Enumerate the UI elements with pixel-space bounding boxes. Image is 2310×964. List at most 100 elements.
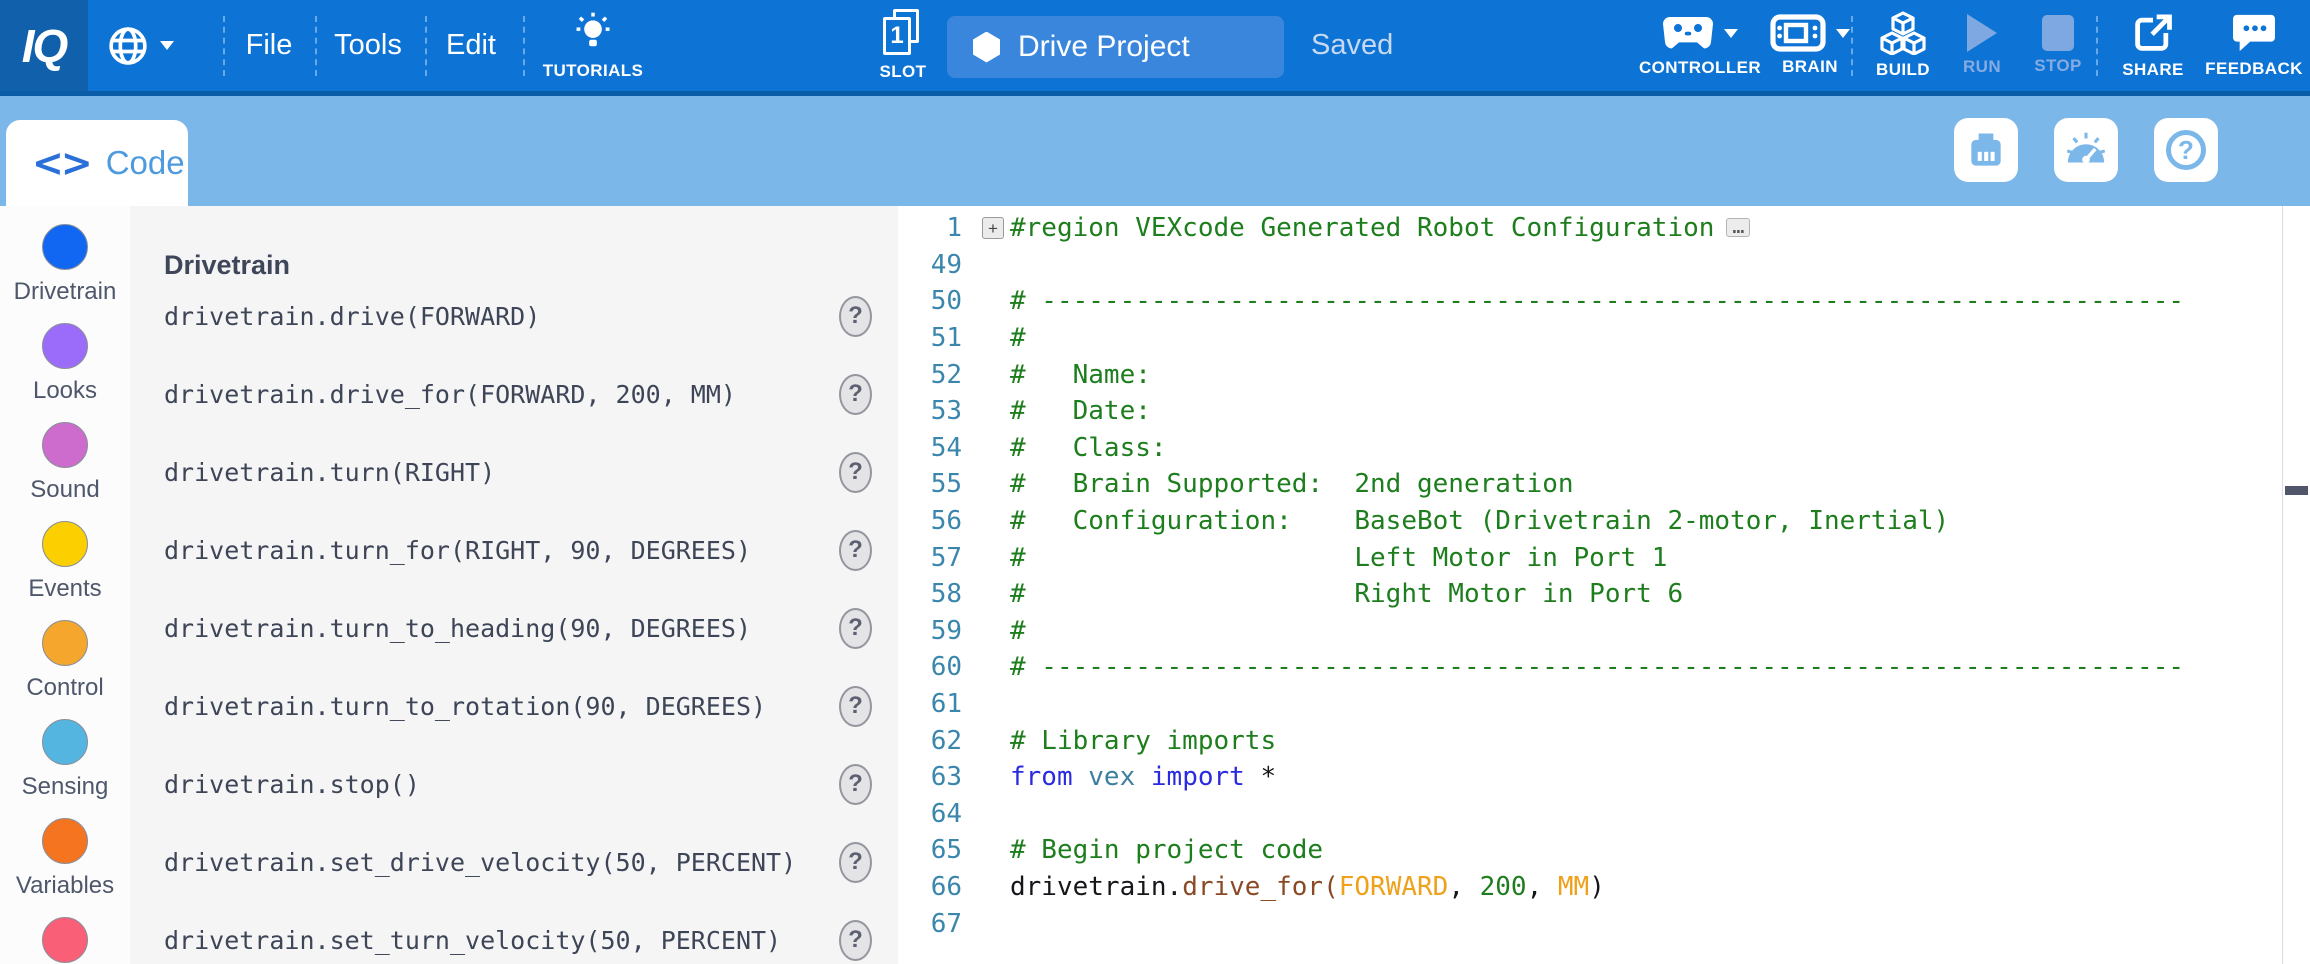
monitor-dashboard-button[interactable] [2054, 118, 2118, 182]
palette-command-row[interactable]: drivetrain.stop()? [130, 745, 898, 823]
command-help-button[interactable]: ? [839, 374, 872, 415]
sidebar-item-category-8[interactable] [0, 917, 130, 964]
palette-command-row[interactable]: drivetrain.set_turn_velocity(50, PERCENT… [130, 901, 898, 964]
code-text[interactable]: # Name: [1010, 360, 1151, 390]
command-help-button[interactable]: ? [839, 686, 872, 727]
code-text[interactable]: # Begin project code [1010, 835, 1323, 865]
code-line[interactable]: 50# ------------------------------------… [898, 283, 2310, 320]
sidebar-item-drivetrain[interactable]: Drivetrain [0, 224, 130, 306]
code-line[interactable]: 49 [898, 247, 2310, 284]
code-line[interactable]: 63from vex import * [898, 759, 2310, 796]
palette-command-row[interactable]: drivetrain.turn_for(RIGHT, 90, DEGREES)? [130, 511, 898, 589]
palette-command-row[interactable]: drivetrain.drive_for(FORWARD, 200, MM)? [130, 355, 898, 433]
code-line[interactable]: 55# Brain Supported: 2nd generation [898, 466, 2310, 503]
palette-command-text[interactable]: drivetrain.turn_for(RIGHT, 90, DEGREES) [164, 536, 751, 565]
palette-command-text[interactable]: drivetrain.drive(FORWARD) [164, 302, 540, 331]
slot-button[interactable]: 1 SLOT [864, 0, 942, 91]
command-help-button[interactable]: ? [839, 920, 872, 961]
line-number: 56 [898, 506, 970, 536]
controller-button[interactable]: CONTROLLER [1625, 0, 1775, 91]
palette-command-text[interactable]: drivetrain.turn(RIGHT) [164, 458, 495, 487]
palette-command-row[interactable]: drivetrain.set_drive_velocity(50, PERCEN… [130, 823, 898, 901]
share-button[interactable]: SHARE [2108, 0, 2198, 91]
palette-command-row[interactable]: drivetrain.turn_to_rotation(90, DEGREES)… [130, 667, 898, 745]
code-text[interactable]: drivetrain.drive_for(FORWARD, 200, MM) [1010, 872, 1605, 902]
tutorials-button[interactable]: TUTORIALS [538, 0, 648, 91]
project-name-button[interactable]: Drive Project [947, 16, 1284, 78]
command-help-button[interactable]: ? [839, 608, 872, 649]
code-line[interactable]: 61 [898, 686, 2310, 723]
language-globe-button[interactable] [96, 0, 184, 91]
code-line[interactable]: 62# Library imports [898, 722, 2310, 759]
code-text[interactable]: # --------------------------------------… [1010, 652, 2184, 682]
run-button[interactable]: RUN [1946, 0, 2018, 91]
code-text[interactable]: # Class: [1010, 433, 1167, 463]
menu-file[interactable]: File [234, 0, 304, 91]
code-line[interactable]: 59# [898, 613, 2310, 650]
code-editor[interactable]: 1+#region VEXcode Generated Robot Config… [898, 206, 2310, 964]
palette-command-row[interactable]: drivetrain.turn_to_heading(90, DEGREES)? [130, 589, 898, 667]
code-line[interactable]: 52# Name: [898, 356, 2310, 393]
code-line[interactable]: 60# ------------------------------------… [898, 649, 2310, 686]
code-text[interactable]: # --------------------------------------… [1010, 286, 2184, 316]
help-button[interactable]: ? [2154, 118, 2218, 182]
code-text[interactable]: # Brain Supported: 2nd generation [1010, 469, 1574, 499]
sidebar-item-sensing[interactable]: Sensing [0, 719, 130, 801]
code-text[interactable]: # Left Motor in Port 1 [1010, 543, 1667, 573]
brain-icon [1770, 14, 1826, 52]
palette-command-text[interactable]: drivetrain.turn_to_heading(90, DEGREES) [164, 614, 751, 643]
palette-command-row[interactable]: drivetrain.drive(FORWARD)? [130, 277, 898, 355]
collapsed-region-indicator[interactable]: … [1726, 218, 1750, 237]
scrollbar-thumb[interactable] [2285, 486, 2308, 495]
stop-button[interactable]: STOP [2022, 0, 2094, 91]
code-line[interactable]: 1+#region VEXcode Generated Robot Config… [898, 210, 2310, 247]
device-port-button[interactable] [1954, 118, 2018, 182]
line-number: 61 [898, 689, 970, 719]
code-line[interactable]: 56 # Configuration: BaseBot (Drivetrain 2… [898, 503, 2310, 540]
code-text[interactable]: from vex import * [1010, 762, 1276, 792]
fold-expand-icon[interactable]: + [982, 217, 1004, 239]
code-line[interactable]: 57# Left Motor in Port 1 [898, 539, 2310, 576]
code-line[interactable]: 54# Class: [898, 430, 2310, 467]
code-line[interactable]: 65# Begin project code [898, 832, 2310, 869]
command-help-button[interactable]: ? [839, 842, 872, 883]
code-text[interactable]: # Date: [1010, 396, 1151, 426]
palette-command-text[interactable]: drivetrain.stop() [164, 770, 420, 799]
palette-command-text[interactable]: drivetrain.turn_to_rotation(90, DEGREES) [164, 692, 766, 721]
command-help-button[interactable]: ? [839, 530, 872, 571]
code-text[interactable]: # Library imports [1010, 726, 1276, 756]
code-line[interactable]: 64 [898, 796, 2310, 833]
code-text[interactable]: # Configuration: BaseBot (Drivetrain 2-m… [1010, 506, 1949, 536]
code-text[interactable]: # [1010, 616, 1026, 646]
palette-command-text[interactable]: drivetrain.drive_for(FORWARD, 200, MM) [164, 380, 736, 409]
code-text[interactable]: # [1010, 323, 1026, 353]
command-help-button[interactable]: ? [839, 452, 872, 493]
brain-button[interactable]: BRAIN [1760, 0, 1860, 91]
tab-code[interactable]: <> Code [6, 120, 188, 206]
code-line[interactable]: 51# [898, 320, 2310, 357]
divider [425, 16, 427, 76]
sidebar-item-events[interactable]: Events [0, 521, 130, 603]
sidebar-item-variables[interactable]: Variables [0, 818, 130, 900]
palette-command-text[interactable]: drivetrain.set_drive_velocity(50, PERCEN… [164, 848, 796, 877]
code-token: # Begin project code [1010, 835, 1323, 865]
palette-command-row[interactable]: drivetrain.turn(RIGHT)? [130, 433, 898, 511]
command-help-button[interactable]: ? [839, 764, 872, 805]
sidebar-item-looks[interactable]: Looks [0, 323, 130, 405]
feedback-button[interactable]: FEEDBACK [2204, 0, 2304, 91]
main-content: Drivetrain Looks Sound Events Control Sensing… [0, 206, 2310, 964]
command-help-button[interactable]: ? [839, 296, 872, 337]
sidebar-item-sound[interactable]: Sound [0, 422, 130, 504]
code-text[interactable]: # Right Motor in Port 6 [1010, 579, 1683, 609]
share-icon [2131, 11, 2175, 55]
menu-tools[interactable]: Tools [328, 0, 408, 91]
palette-command-text[interactable]: drivetrain.set_turn_velocity(50, PERCENT… [164, 926, 781, 955]
code-line[interactable]: 67 [898, 905, 2310, 942]
menu-edit[interactable]: Edit [438, 0, 504, 91]
code-line[interactable]: 58# Right Motor in Port 6 [898, 576, 2310, 613]
sidebar-item-control[interactable]: Control [0, 620, 130, 702]
code-text[interactable]: #region VEXcode Generated Robot Configur… [1010, 213, 1750, 243]
code-line[interactable]: 53# Date: [898, 393, 2310, 430]
code-line[interactable]: 66drivetrain.drive_for(FORWARD, 200, MM) [898, 869, 2310, 906]
build-button[interactable]: BUILD [1862, 0, 1944, 91]
